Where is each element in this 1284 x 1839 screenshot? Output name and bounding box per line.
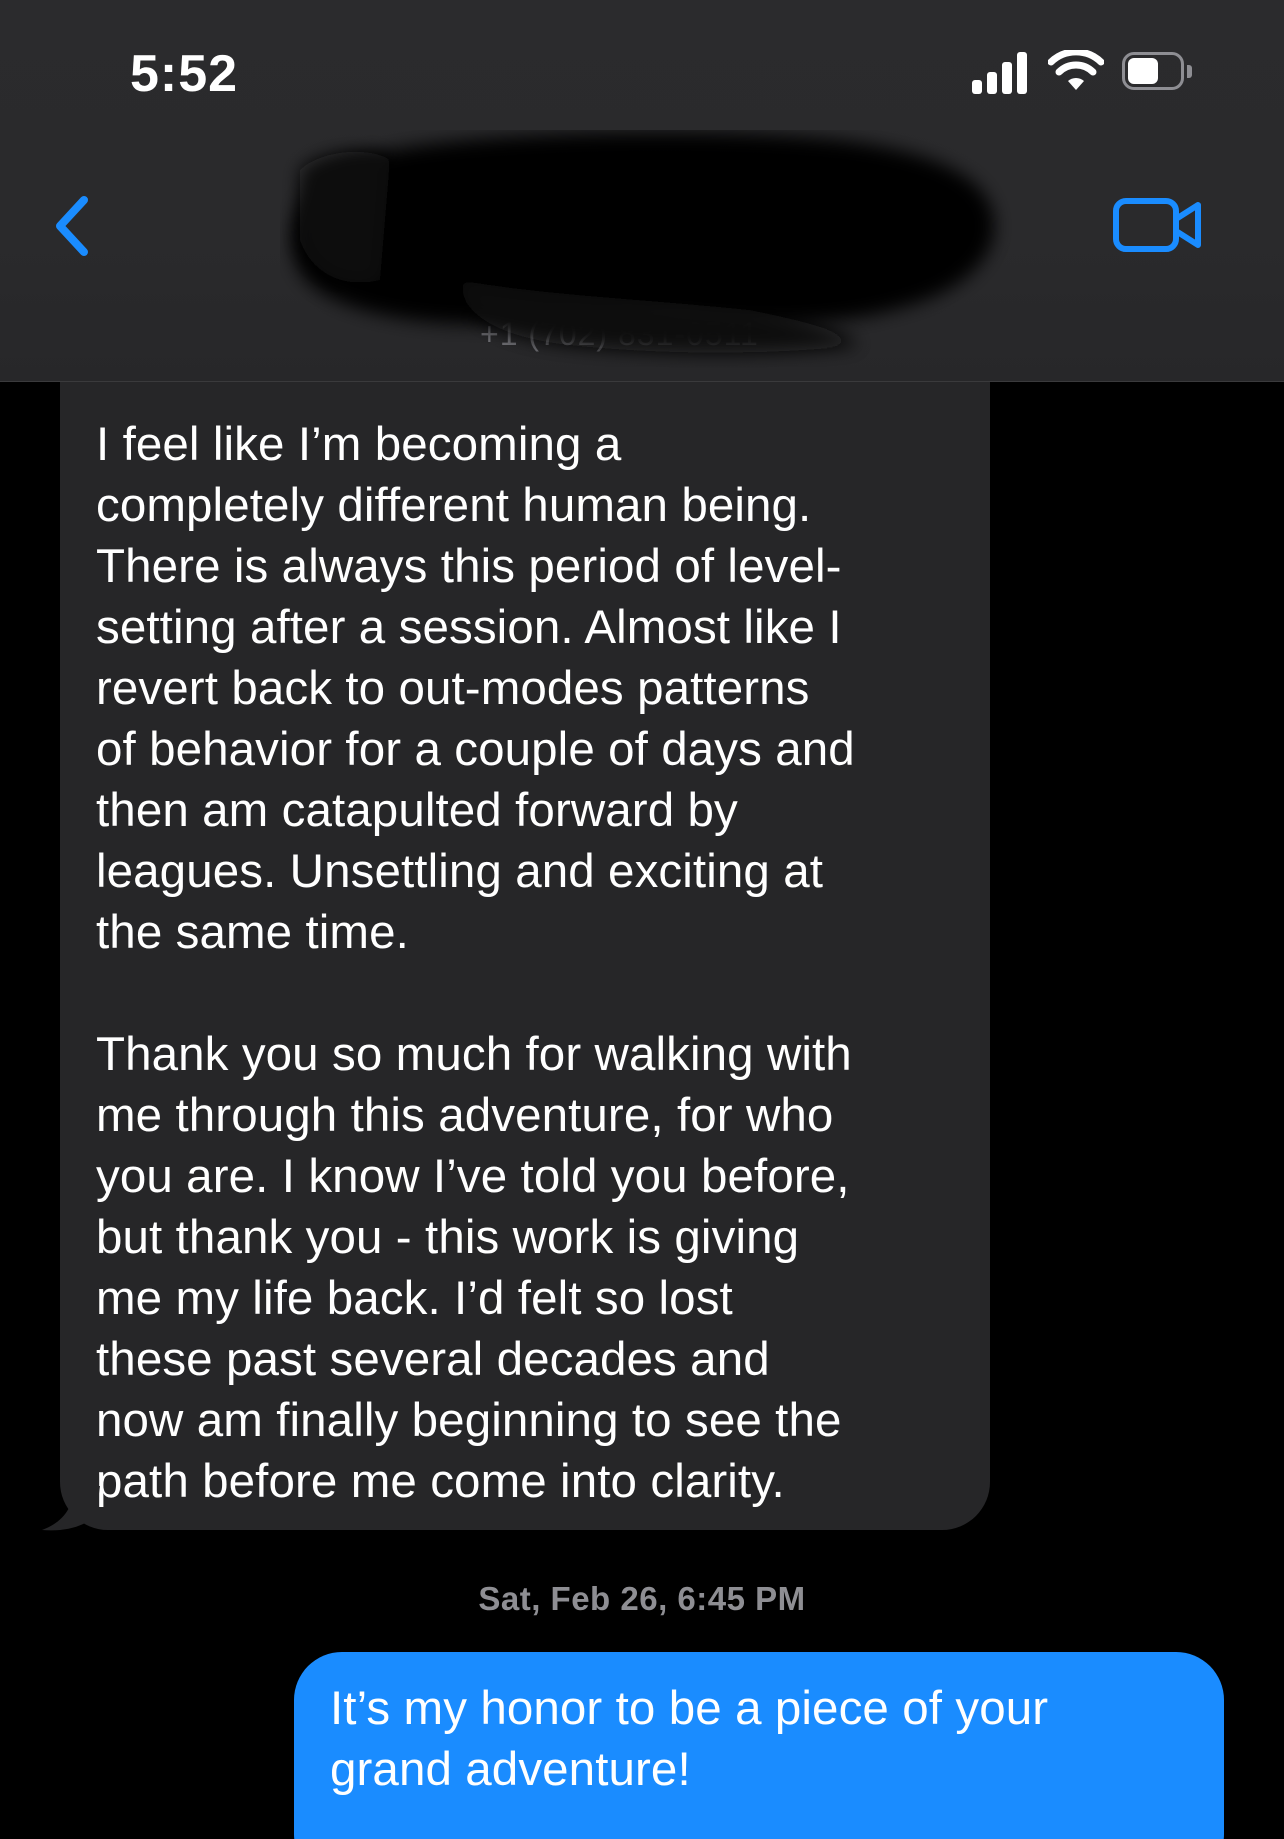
status-time: 5:52: [130, 45, 239, 103]
video-camera-icon: [1113, 198, 1201, 252]
facetime-video-button[interactable]: [1112, 195, 1204, 255]
wifi-icon: [1048, 50, 1104, 90]
outgoing-message-bubble[interactable]: It’s my honor to be a piece of your gran…: [294, 1652, 1224, 1839]
cellular-signal-icon: [972, 50, 1032, 94]
back-button[interactable]: [40, 182, 110, 272]
messages-screen: I feel like I’m becoming a completely di…: [0, 0, 1284, 1839]
battery-cap: [1187, 65, 1192, 78]
battery-level: [1128, 58, 1158, 84]
conversation-header: 5:52 +1 (702) 831-0511: [0, 0, 1284, 382]
battery-icon: [1122, 52, 1196, 92]
outgoing-message-text: It’s my honor to be a piece of your gran…: [330, 1682, 1049, 1796]
redaction-mark: [291, 132, 995, 353]
message-timestamp: Sat, Feb 26, 6:45 PM: [478, 1580, 806, 1617]
contact-info[interactable]: +1 (702) 831-0511: [280, 130, 1020, 370]
incoming-bubble-tail: [42, 1486, 100, 1531]
incoming-message-bubble[interactable]: I feel like I’m becoming a completely di…: [60, 300, 990, 1530]
chevron-left-icon: [56, 196, 88, 256]
incoming-message-text: I feel like I’m becoming a completely di…: [96, 418, 855, 1508]
